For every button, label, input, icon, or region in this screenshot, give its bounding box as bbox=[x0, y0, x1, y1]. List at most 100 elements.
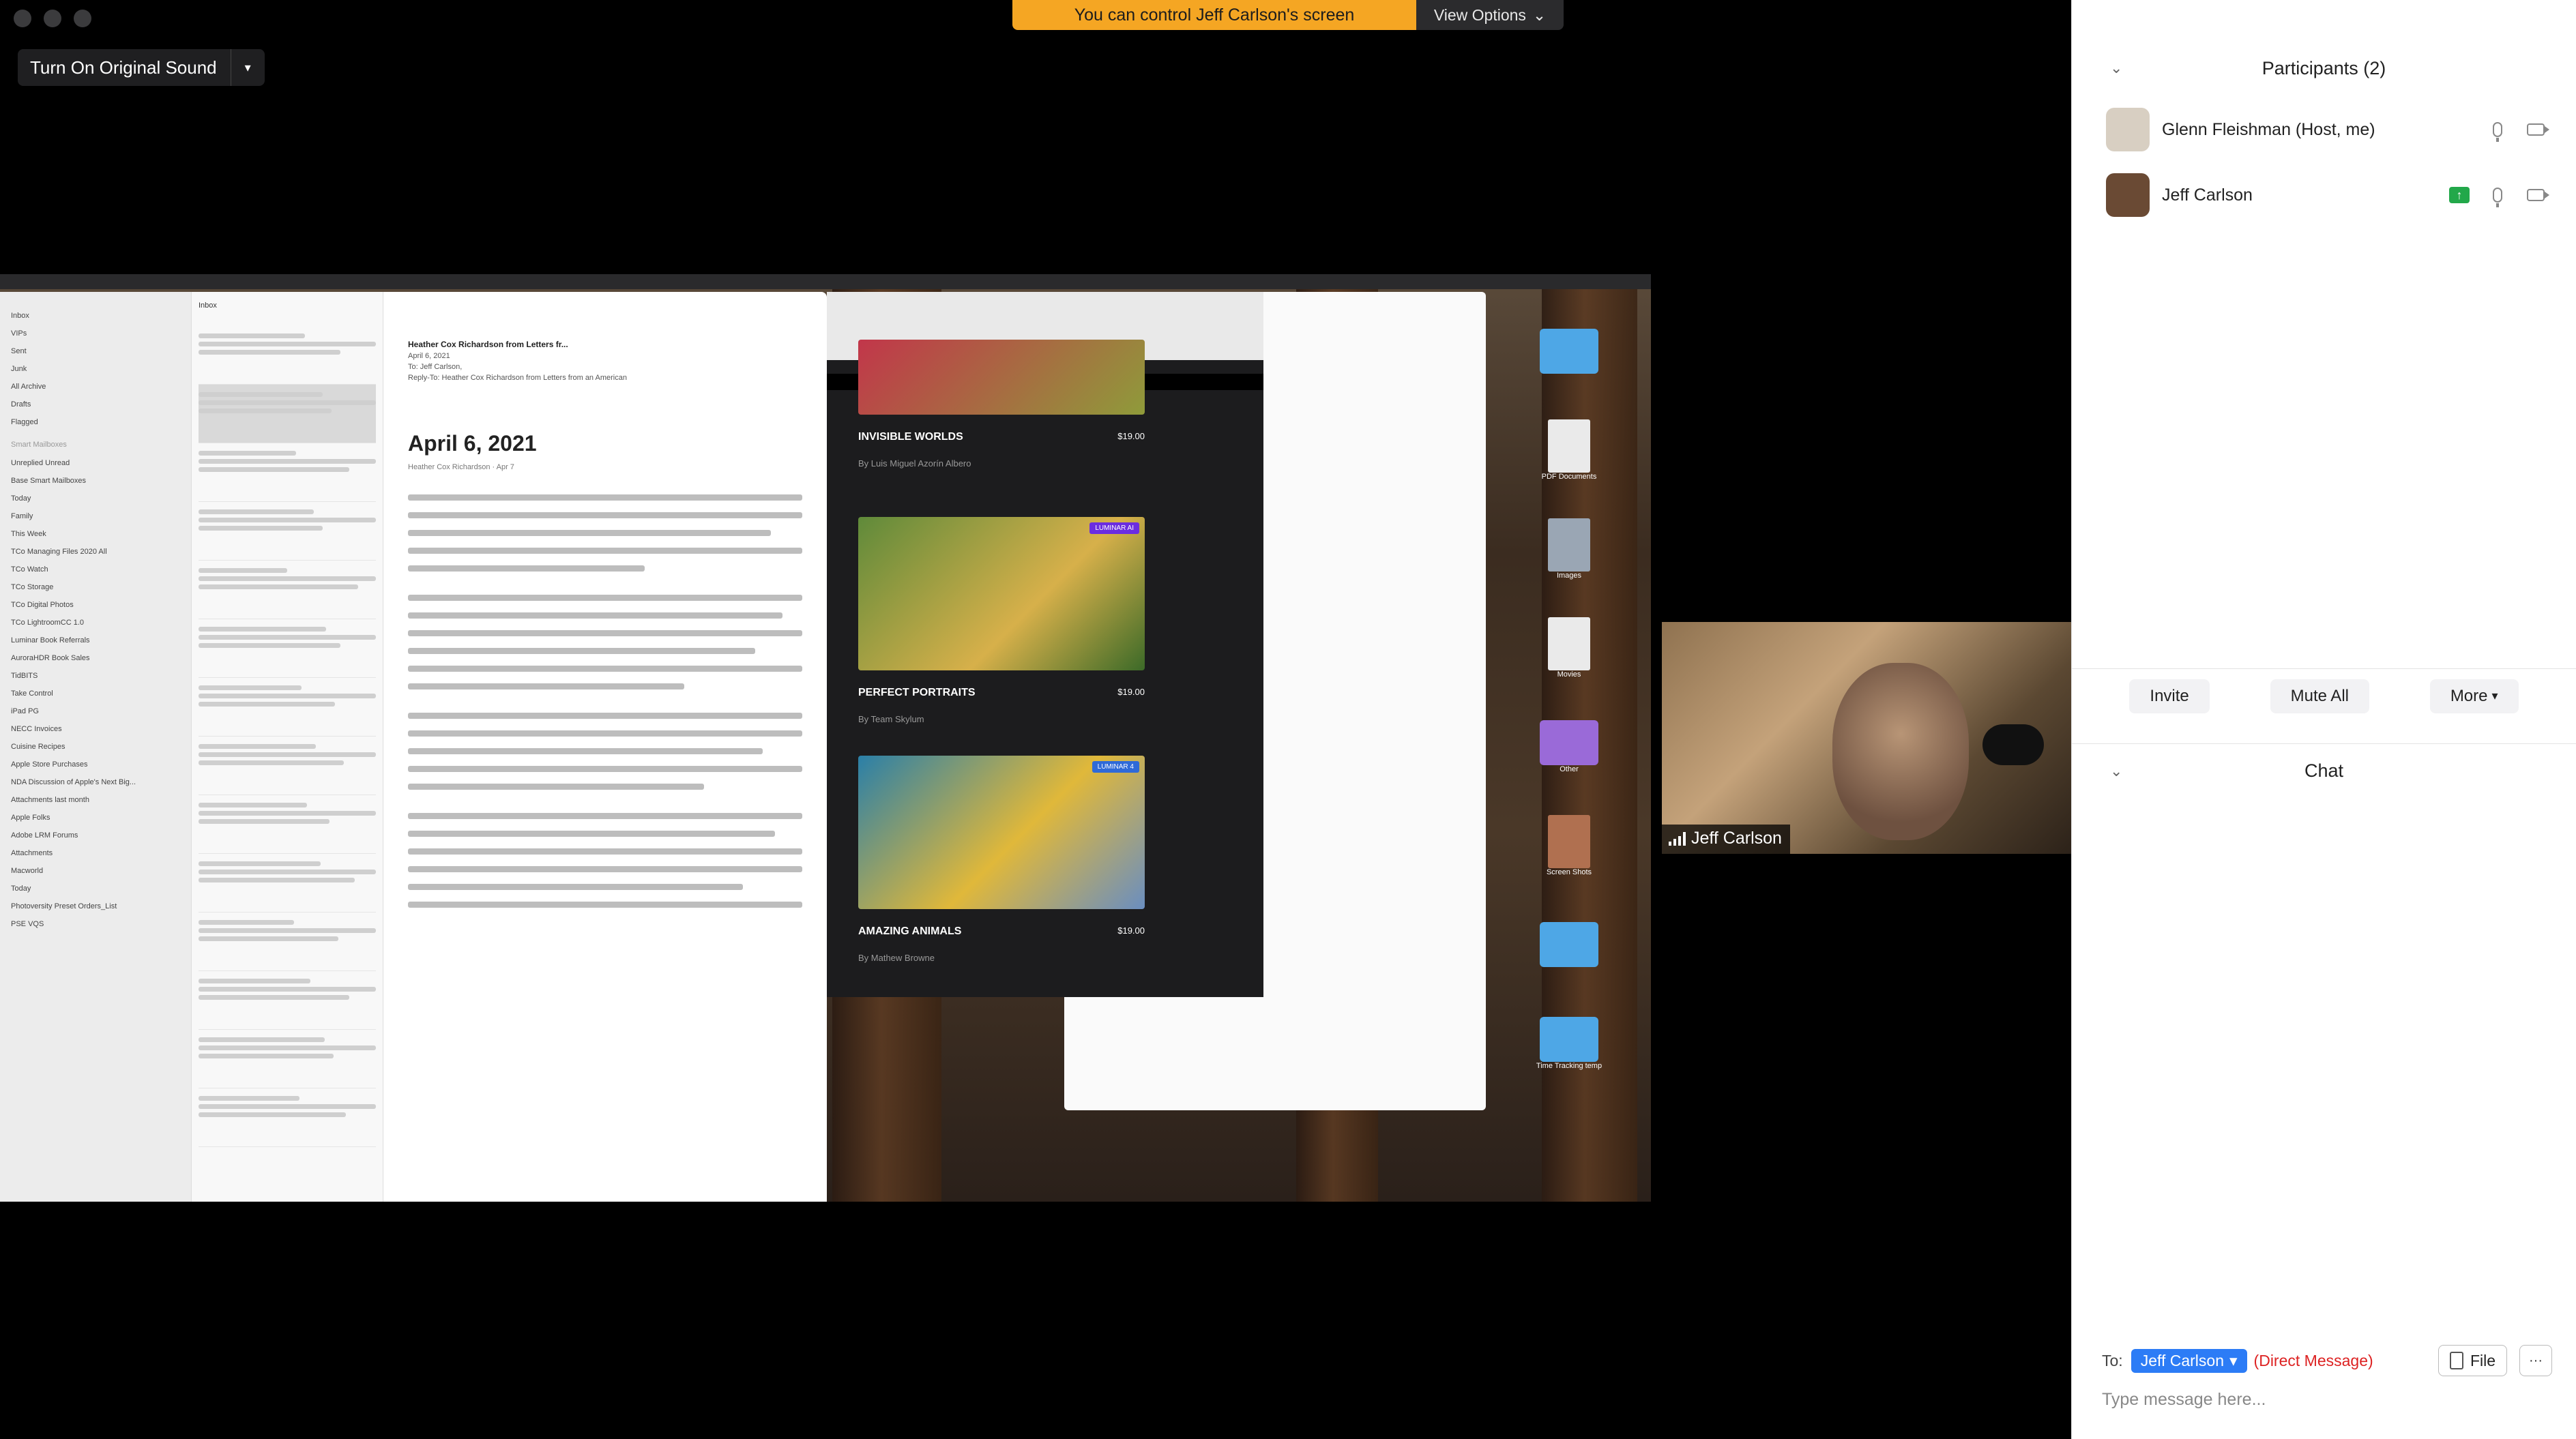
message-headline: April 6, 2021 bbox=[408, 431, 537, 456]
mailbox-item[interactable]: Today bbox=[11, 880, 180, 897]
message-body bbox=[408, 813, 802, 908]
mailbox-item[interactable]: Cuisine Recipes bbox=[11, 738, 180, 756]
product-author: By Mathew Browne bbox=[858, 953, 935, 963]
file-button[interactable]: File bbox=[2438, 1345, 2507, 1376]
mailbox-item[interactable]: Luminar Book Referrals bbox=[11, 632, 180, 649]
mailbox-item[interactable]: Family bbox=[11, 507, 180, 525]
zoom-window-button[interactable] bbox=[74, 10, 91, 27]
more-button[interactable]: More ▾ bbox=[2429, 679, 2519, 713]
product-card[interactable]: LUMINAR AI PERFECT PORTRAITS $19.00 By Te… bbox=[858, 517, 1145, 724]
list-item bbox=[199, 737, 376, 795]
desktop-folder-icon[interactable]: Other bbox=[1494, 697, 1644, 796]
participant-row[interactable]: Jeff Carlson ↑ bbox=[2106, 168, 2549, 222]
mailbox-item[interactable]: TCo Storage bbox=[11, 578, 180, 596]
message-body bbox=[408, 713, 802, 790]
product-card[interactable]: INVISIBLE WORLDS $19.00 By Luis Miguel Az… bbox=[858, 340, 1145, 469]
list-item bbox=[199, 385, 376, 443]
mailbox-item[interactable]: This Week bbox=[11, 525, 180, 543]
product-author: By Team Skylum bbox=[858, 714, 924, 724]
product-badge: LUMINAR 4 bbox=[1092, 761, 1139, 773]
mailbox-item[interactable]: VIPs bbox=[11, 325, 180, 342]
desktop-folder-icon[interactable] bbox=[1494, 895, 1644, 994]
mailbox-item[interactable]: Apple Folks bbox=[11, 809, 180, 827]
mailbox-item[interactable]: Drafts bbox=[11, 396, 180, 413]
screen-share-icon: ↑ bbox=[2446, 181, 2473, 209]
mailbox-item[interactable]: Unreplied Unread bbox=[11, 454, 180, 472]
mailbox-item[interactable]: TidBITS bbox=[11, 667, 180, 685]
mailbox-item[interactable]: Attachments last month bbox=[11, 791, 180, 809]
mailbox-item[interactable]: Adobe LRM Forums bbox=[11, 827, 180, 844]
participant-video-tile[interactable]: Jeff Carlson bbox=[1662, 622, 2071, 854]
chat-recipient-row: To: Jeff Carlson ▾ (Direct Message) File… bbox=[2102, 1344, 2552, 1378]
microphone-icon[interactable] bbox=[2484, 116, 2511, 143]
remote-mail-window[interactable]: Inbox VIPs Sent Junk All Archive Drafts Flagge… bbox=[0, 292, 827, 1202]
invite-button[interactable]: Invite bbox=[2129, 679, 2210, 713]
mailbox-item[interactable]: Photoversity Preset Orders_List bbox=[11, 897, 180, 915]
desktop-folder-icon[interactable]: Images bbox=[1494, 499, 1644, 598]
mailbox-item[interactable]: TCo Managing Files 2020 All bbox=[11, 543, 180, 561]
remote-menubar bbox=[0, 274, 1651, 289]
mailbox-item[interactable]: Sent bbox=[11, 342, 180, 360]
mailbox-item[interactable]: TCo LightroomCC 1.0 bbox=[11, 614, 180, 632]
mailbox-item[interactable]: NECC Invoices bbox=[11, 720, 180, 738]
remote-marketplace-window[interactable]: INVISIBLE WORLDS $19.00 By Luis Miguel Az… bbox=[827, 292, 1263, 997]
video-camera-icon[interactable] bbox=[2522, 116, 2549, 143]
mailbox-item[interactable]: PSE VQS bbox=[11, 915, 180, 933]
desktop-folder-icon[interactable]: PDF Documents bbox=[1494, 400, 1644, 499]
mailbox-item[interactable]: Attachments bbox=[11, 844, 180, 862]
mailbox-item[interactable]: NDA Discussion of Apple's Next Big... bbox=[11, 773, 180, 791]
chat-recipient-select[interactable]: Jeff Carlson ▾ bbox=[2131, 1348, 2247, 1373]
list-item bbox=[199, 1088, 376, 1147]
desktop-folder-icon[interactable]: Screen Shots bbox=[1494, 796, 1644, 895]
original-sound-control: Turn On Original Sound ▾ bbox=[18, 49, 265, 86]
microphone-icon[interactable] bbox=[2484, 181, 2511, 209]
mailbox-item[interactable]: Today bbox=[11, 490, 180, 507]
product-title: PERFECT PORTRAITS bbox=[858, 687, 976, 698]
view-options-label: View Options bbox=[1433, 5, 1526, 24]
remote-desktop-icons: PDF Documents Images Movies Other Screen… bbox=[1494, 301, 1644, 1093]
list-item bbox=[199, 678, 376, 737]
mailbox-item[interactable]: Flagged bbox=[11, 413, 180, 431]
minimize-window-button[interactable] bbox=[44, 10, 61, 27]
mailbox-item[interactable]: Take Control bbox=[11, 685, 180, 702]
mailbox-item[interactable]: iPad PG bbox=[11, 702, 180, 720]
mailbox-item[interactable]: TCo Watch bbox=[11, 561, 180, 578]
message-list-header: Inbox bbox=[199, 301, 217, 310]
view-options-button[interactable]: View Options ⌄ bbox=[1416, 0, 1564, 30]
collapse-participants-icon[interactable]: ⌄ bbox=[2110, 59, 2122, 77]
mailbox-item[interactable]: Inbox bbox=[11, 307, 180, 325]
desktop-folder-icon[interactable]: Time Tracking temp bbox=[1494, 994, 1644, 1093]
participants-title: Participants (2) bbox=[2262, 57, 2386, 78]
message-reader: Heather Cox Richardson from Letters fr..… bbox=[383, 292, 827, 1202]
chat-to-label: To: bbox=[2102, 1351, 2123, 1369]
product-title: INVISIBLE WORLDS bbox=[858, 431, 963, 443]
list-item bbox=[199, 795, 376, 854]
product-author: By Luis Miguel Azorín Albero bbox=[858, 458, 971, 469]
desktop-folder-icon[interactable] bbox=[1494, 301, 1644, 400]
shared-screen[interactable]: Inbox VIPs Sent Junk All Archive Drafts Flagge… bbox=[0, 274, 1651, 1202]
file-icon bbox=[2449, 1352, 2463, 1369]
mailbox-item[interactable]: Base Smart Mailboxes bbox=[11, 472, 180, 490]
desktop-folder-icon[interactable]: Movies bbox=[1494, 598, 1644, 697]
video-camera-icon[interactable] bbox=[2522, 181, 2549, 209]
participant-video-feed bbox=[1832, 663, 1969, 840]
mail-sidebar: Inbox VIPs Sent Junk All Archive Drafts Flagge… bbox=[0, 292, 191, 1202]
original-sound-button[interactable]: Turn On Original Sound bbox=[18, 57, 231, 78]
mute-all-button[interactable]: Mute All bbox=[2270, 679, 2369, 713]
mailbox-item[interactable]: Macworld bbox=[11, 862, 180, 880]
chat-recipient-name: Jeff Carlson bbox=[2140, 1351, 2224, 1369]
product-card[interactable]: LUMINAR 4 AMAZING ANIMALS $19.00 By Mathe… bbox=[858, 756, 1145, 963]
participant-row[interactable]: Glenn Fleishman (Host, me) bbox=[2106, 102, 2549, 157]
mailbox-item[interactable]: Apple Store Purchases bbox=[11, 756, 180, 773]
mailbox-item[interactable]: Junk bbox=[11, 360, 180, 378]
mailbox-item[interactable]: All Archive bbox=[11, 378, 180, 396]
chat-more-button[interactable]: ··· bbox=[2519, 1345, 2552, 1376]
mailbox-item[interactable]: TCo Digital Photos bbox=[11, 596, 180, 614]
message-byline: Heather Cox Richardson · Apr 7 bbox=[408, 463, 514, 471]
list-item bbox=[199, 326, 376, 385]
mailbox-item[interactable]: AuroraHDR Book Sales bbox=[11, 649, 180, 667]
close-window-button[interactable] bbox=[14, 10, 31, 27]
chat-message-input[interactable] bbox=[2102, 1386, 2552, 1413]
collapse-chat-icon[interactable]: ⌄ bbox=[2110, 762, 2122, 780]
original-sound-dropdown-icon[interactable]: ▾ bbox=[230, 49, 265, 86]
